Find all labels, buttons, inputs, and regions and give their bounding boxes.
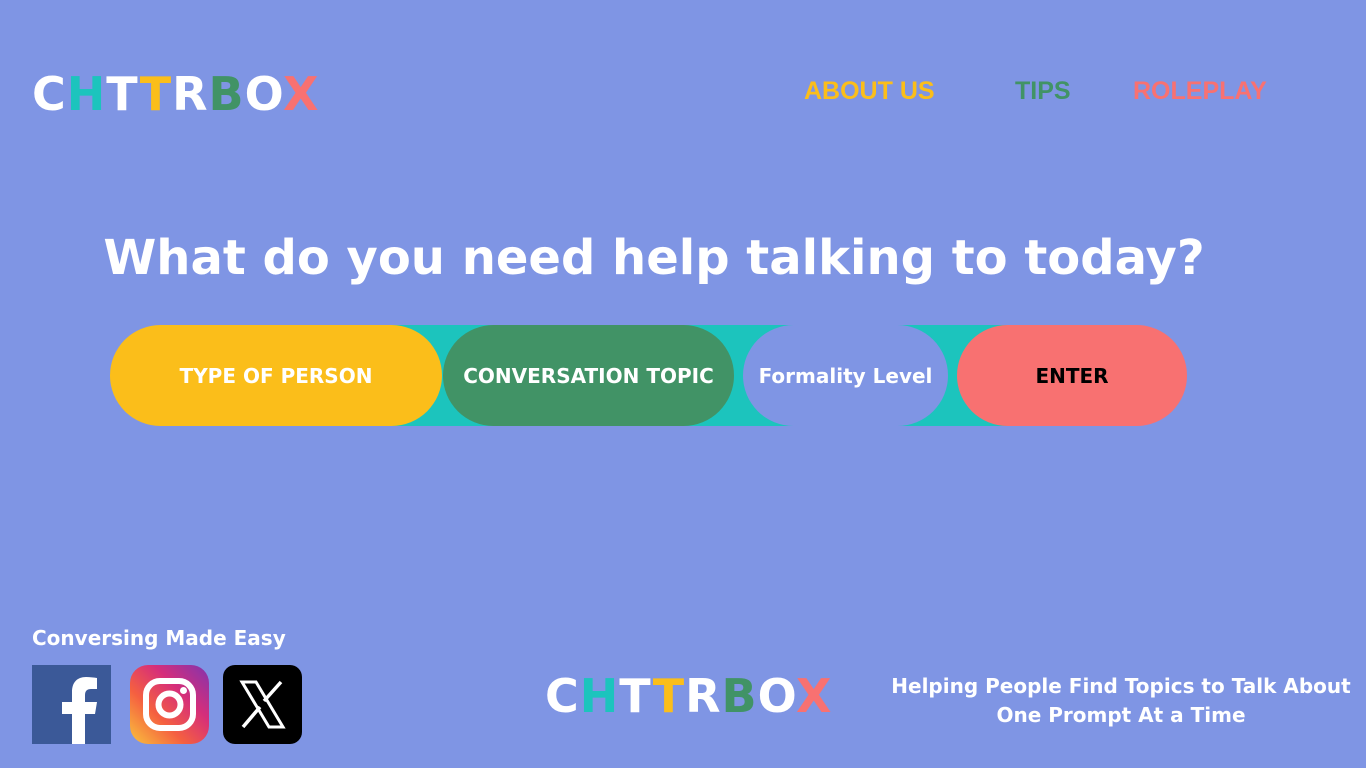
x-link[interactable] (223, 665, 302, 744)
footer-logo[interactable]: CHTTRBOX (545, 668, 833, 724)
logo-letter-x: X (796, 669, 833, 723)
logo-letter-b: B (721, 669, 758, 723)
mission-line-1: Helping People Find Topics to Talk About (891, 674, 1351, 698)
logo-letter-t2: T (139, 67, 173, 121)
brand-logo[interactable]: CHTTRBOX (32, 66, 320, 122)
logo-letter-r: R (172, 67, 209, 121)
enter-button[interactable]: ENTER (957, 325, 1187, 426)
logo-letter-o: O (244, 67, 284, 121)
nav-tips[interactable]: TIPS (1015, 76, 1071, 106)
type-of-person-button[interactable]: TYPE OF PERSON (110, 325, 442, 426)
footer-tagline: Conversing Made Easy (32, 626, 286, 650)
logo-letter-o: O (757, 669, 797, 723)
footer-mission: Helping People Find Topics to Talk About… (890, 672, 1352, 730)
facebook-link[interactable] (32, 665, 111, 744)
logo-letter-t1: T (106, 67, 140, 121)
nav-about-us[interactable]: ABOUT US (804, 76, 935, 106)
logo-letter-t1: T (619, 669, 653, 723)
conversation-topic-button[interactable]: CONVERSATION TOPIC (443, 325, 734, 426)
logo-letter-c: C (32, 67, 67, 121)
x-icon (239, 680, 286, 729)
formality-level-button[interactable]: Formality Level (743, 325, 948, 426)
page-headline: What do you need help talking to today? (103, 230, 1205, 286)
instagram-icon (143, 678, 196, 731)
mission-line-2: One Prompt At a Time (996, 703, 1246, 727)
logo-letter-b: B (208, 67, 245, 121)
logo-letter-t2: T (652, 669, 686, 723)
facebook-icon (62, 677, 97, 744)
logo-letter-c: C (545, 669, 580, 723)
logo-letter-h: H (579, 669, 620, 723)
nav-roleplay[interactable]: ROLEPLAY (1133, 76, 1267, 106)
logo-letter-r: R (685, 669, 722, 723)
instagram-link[interactable] (130, 665, 209, 744)
logo-letter-h: H (66, 67, 107, 121)
logo-letter-x: X (283, 67, 320, 121)
